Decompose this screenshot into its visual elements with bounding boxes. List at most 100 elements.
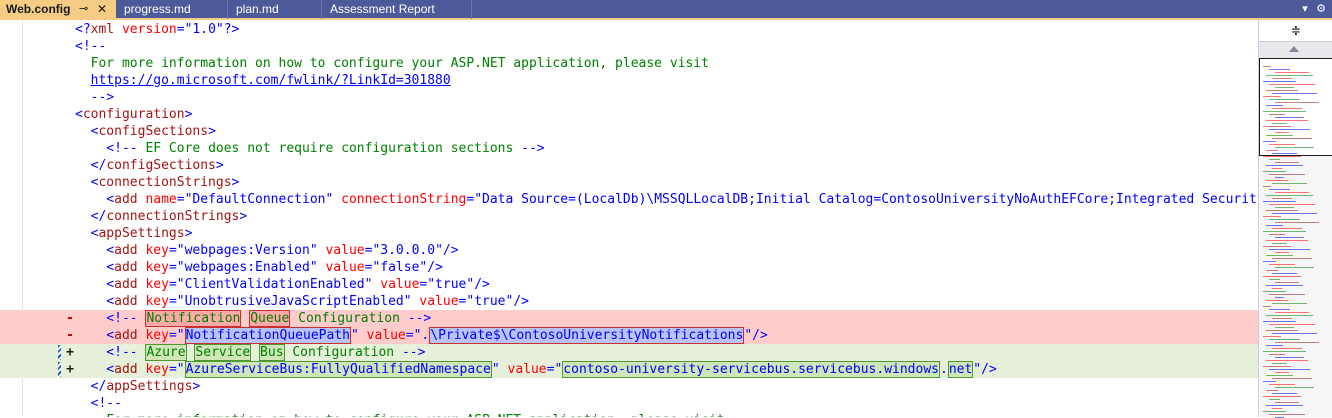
minimap-line — [1272, 348, 1302, 349]
code-line[interactable]: <add key="webpages:Enabled" value="false… — [0, 259, 1258, 276]
code-token: contoso-university-servicebus.servicebus… — [562, 361, 940, 378]
code-token: < — [75, 243, 115, 258]
minimap-line — [1266, 270, 1278, 271]
code-line[interactable]: <appSettings> — [0, 225, 1258, 242]
gear-icon[interactable]: ⚙ — [1314, 2, 1328, 16]
minimap-line — [1275, 237, 1304, 238]
minimap-line — [1269, 264, 1295, 265]
code-editor[interactable]: <?xml version="1.0"?> <!-- For more infor… — [0, 20, 1258, 417]
code-line[interactable]: </connectionStrings> — [0, 208, 1258, 225]
minimap-line — [1266, 135, 1293, 136]
code-line[interactable]: <add key="ClientValidationEnabled" value… — [0, 276, 1258, 293]
code-text: <add key="webpages:Version" value="3.0.0… — [75, 242, 458, 259]
minimap-line — [1272, 78, 1292, 79]
code-token: connectionString — [341, 192, 467, 207]
code-token: = — [176, 22, 185, 37]
code-line[interactable]: + <!-- Azure Service Bus Configuration -… — [0, 344, 1258, 361]
code-token: <!-- — [75, 345, 146, 360]
code-token: = — [405, 328, 414, 343]
minimap-line — [1269, 324, 1315, 325]
close-icon[interactable]: ✕ — [97, 0, 107, 19]
code-token: Configuration — [290, 311, 408, 326]
pin-icon[interactable]: ⊸ — [79, 0, 88, 19]
document-tab-strip: Web.config ⊸ ✕ progress.md plan.md Asses… — [0, 0, 1332, 20]
tab-plan-md[interactable]: plan.md — [228, 0, 322, 19]
code-line[interactable]: For more information on how to configure… — [0, 55, 1258, 72]
vertical-scrollbar[interactable]: ≑ — [1258, 20, 1332, 418]
tab-web-config[interactable]: Web.config ⊸ ✕ — [0, 0, 116, 19]
tab-label: Assessment Report — [330, 2, 435, 16]
code-token: = — [168, 362, 177, 377]
code-token: > — [215, 158, 224, 173]
code-token: "Data Source=(LocalDb)\MSSQLLocalDB;Init… — [474, 192, 1258, 207]
code-line[interactable]: For more information on how to configure… — [0, 412, 1258, 417]
code-line[interactable]: <?xml version="1.0"?> — [0, 21, 1258, 38]
minimap-line — [1269, 339, 1300, 340]
code-token: = — [168, 243, 177, 258]
minimap-line — [1263, 96, 1281, 97]
code-token: configSections — [106, 158, 216, 173]
minimap-line — [1266, 285, 1303, 286]
code-token: xml — [90, 22, 115, 37]
code-token: https://go.microsoft.com/fwlink/?LinkId=… — [90, 73, 451, 88]
scroll-up-arrow-icon[interactable] — [1289, 46, 1299, 52]
code-line[interactable]: <add key="webpages:Version" value="3.0.0… — [0, 242, 1258, 259]
code-token: --> — [407, 311, 432, 326]
minimap-line — [1263, 156, 1301, 157]
code-token: < — [75, 362, 115, 377]
tab-label: plan.md — [236, 2, 279, 16]
code-line[interactable]: https://go.microsoft.com/fwlink/?LinkId=… — [0, 72, 1258, 89]
minimap-line — [1263, 186, 1271, 187]
code-text: <connectionStrings> — [75, 174, 240, 191]
minimap-line — [1269, 99, 1300, 100]
code-line[interactable]: --> — [0, 89, 1258, 106]
code-line[interactable]: + <add key="AzureServiceBus:FullyQualifi… — [0, 361, 1258, 378]
split-window-icon[interactable]: ≑ — [1259, 20, 1332, 42]
minimap-line — [1266, 105, 1283, 106]
code-line[interactable]: <!-- EF Core does not require configurat… — [0, 140, 1258, 157]
minimap[interactable] — [1259, 58, 1332, 418]
code-line[interactable]: <configuration> — [0, 106, 1258, 123]
code-token: "ClientValidationEnabled" — [176, 277, 373, 292]
code-line[interactable]: <!-- — [0, 38, 1258, 55]
tab-assessment-report[interactable]: Assessment Report — [322, 0, 472, 19]
minimap-line — [1269, 204, 1315, 205]
code-token: add — [114, 192, 138, 207]
minimap-line — [1272, 123, 1287, 124]
code-token: /> — [427, 260, 443, 275]
code-token: Bus — [259, 344, 285, 361]
minimap-line — [1272, 93, 1317, 94]
minimap-line — [1266, 150, 1278, 151]
code-text: <?xml version="1.0"?> — [75, 21, 239, 38]
code-line[interactable]: <connectionStrings> — [0, 174, 1258, 191]
minimap-line — [1275, 267, 1314, 268]
code-token: </ — [75, 209, 107, 224]
code-line[interactable]: <add key="UnobtrusiveJavaScriptEnabled" … — [0, 293, 1258, 310]
minimap-line — [1263, 111, 1306, 112]
code-token: <!-- — [75, 141, 138, 156]
code-line[interactable]: <!-- — [0, 395, 1258, 412]
code-line[interactable]: - <!-- Notification Queue Configuration … — [0, 310, 1258, 327]
code-line[interactable]: - <add key="NotificationQueuePath" value… — [0, 327, 1258, 344]
code-line[interactable]: <add name="DefaultConnection" connection… — [0, 191, 1258, 208]
code-token: AzureServiceBus:FullyQualifiedNamespace — [184, 361, 492, 378]
minimap-line — [1272, 273, 1297, 274]
code-line[interactable]: <configSections> — [0, 123, 1258, 140]
code-token: < — [75, 107, 83, 122]
code-line[interactable]: </appSettings> — [0, 378, 1258, 395]
minimap-line — [1275, 327, 1294, 328]
minimap-line — [1269, 144, 1295, 145]
chevron-down-icon[interactable]: ▾ — [1298, 2, 1312, 16]
code-token: > — [184, 107, 193, 122]
minimap-line — [1269, 384, 1295, 385]
tab-progress-md[interactable]: progress.md — [116, 0, 228, 19]
code-text: <!-- — [75, 395, 122, 412]
code-token: "webpages:Enabled" — [176, 260, 318, 275]
minimap-line — [1263, 291, 1286, 292]
code-text: <!-- Notification Queue Configuration --… — [75, 310, 431, 327]
minimap-line — [1275, 252, 1289, 253]
minimap-line — [1275, 222, 1319, 223]
code-line[interactable]: </configSections> — [0, 157, 1258, 174]
